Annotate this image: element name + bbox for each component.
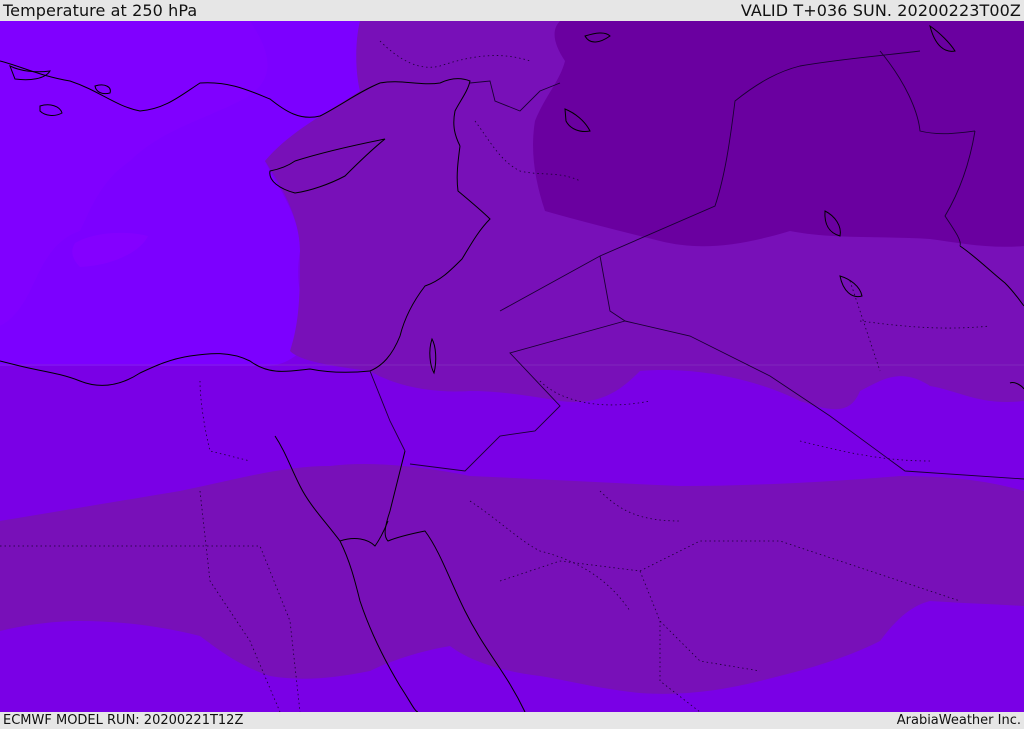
model-run: ECMWF MODEL RUN: 20200221T12Z: [3, 713, 244, 728]
map-canvas: [0, 21, 1024, 712]
map-title: Temperature at 250 hPa: [3, 1, 198, 20]
temperature-map[interactable]: [0, 21, 1024, 712]
provider-credit: ArabiaWeather Inc.: [896, 713, 1021, 728]
map-footer: ECMWF MODEL RUN: 20200221T12Z ArabiaWeat…: [0, 712, 1024, 729]
weather-map-frame: Temperature at 250 hPa VALID T+036 SUN. …: [0, 0, 1024, 729]
map-header: Temperature at 250 hPa VALID T+036 SUN. …: [0, 0, 1024, 21]
valid-time: VALID T+036 SUN. 20200223T00Z: [740, 1, 1021, 20]
